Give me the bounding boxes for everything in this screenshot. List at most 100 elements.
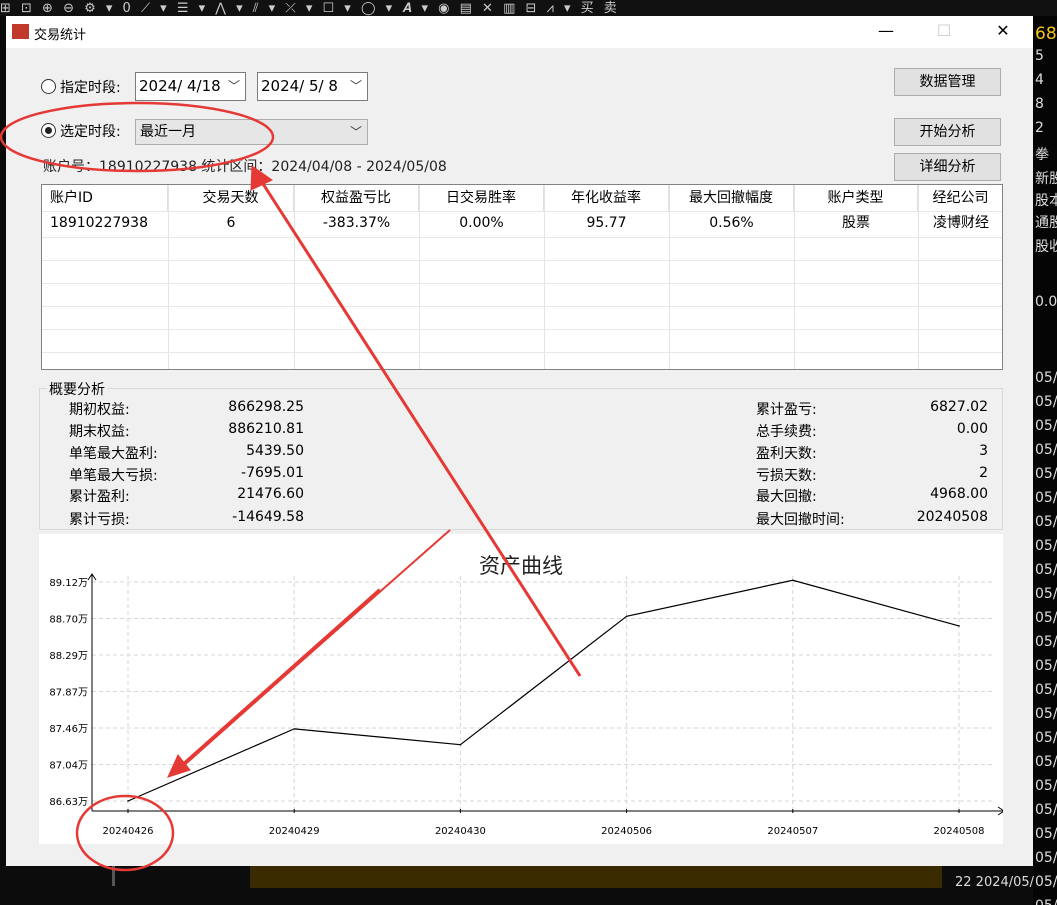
summary-left-value: 886210.81 [228,421,304,437]
x-tick-label: 20240507 [767,826,818,837]
header-trade-days[interactable]: 交易天数 [168,185,294,211]
background-right-text: 05/ [1035,562,1057,578]
background-right-text: 8 [1035,96,1044,112]
summary-group [39,388,1003,530]
summary-right-label: 最大回撤: [756,489,817,505]
maximize-button[interactable]: ☐ [921,16,967,48]
toolbar-icons: ⊞ ⊡ ⊕ ⊖ ⚙ ▾ 0 ⟋ ▾ ☰ ▾ ⋀ ▾ ⫽ ▾ ⤫ ▾ ☐ ▾ ◯ … [0,1,620,16]
cell-broker[interactable]: 凌博财经 [918,211,1002,236]
summary-left-label: 单笔最大亏损: [69,468,158,484]
y-tick-label: 86.63万 [49,797,88,808]
start-analysis-button[interactable]: 开始分析 [894,118,1001,146]
header-broker[interactable]: 经纪公司 [918,185,1002,211]
summary-left-label: 累计盈利: [69,489,130,505]
background-right-text: 05/ [1035,802,1057,818]
background-right-text: 05/ [1035,466,1057,482]
cell-annual-return[interactable]: 95.77 [544,211,669,236]
end-date-picker[interactable]: 2024/ 5/ 8 ﹀ [257,72,368,101]
background-bottom-text: 22 2024/05/ [955,875,1035,890]
series-line-segment [792,579,960,627]
data-point [625,615,628,618]
chevron-down-icon: ﹀ [227,79,240,93]
header-win-rate[interactable]: 日交易胜率 [419,185,544,211]
background-right-text: 05/ [1035,658,1057,674]
background-right-text: 05/ [1035,706,1057,722]
background-right-text: 05/ [1035,394,1057,410]
background-right-text: 2 [1035,120,1044,136]
y-tick-label: 87.46万 [49,724,88,735]
summary-left-label: 累计亏损: [69,512,130,528]
detail-analysis-button[interactable]: 详细分析 [894,153,1001,181]
cell-account-type[interactable]: 股票 [794,211,918,236]
header-annual-return[interactable]: 年化收益率 [544,185,669,211]
summary-right-label: 累计盈亏: [756,402,817,418]
header-account-type[interactable]: 账户类型 [794,185,918,211]
trade-statistics-window: 交易统计 — ☐ ✕ 指定时段: 2024/ 4/18 ﹀ 2024/ 5/ 8… [6,16,1033,866]
y-tick-label: 88.29万 [49,651,88,662]
select-period-radio[interactable] [41,123,56,138]
window-title: 交易统计 [34,28,87,43]
x-tick-label: 20240508 [934,826,985,837]
row-divider [42,352,1002,353]
background-right-text: 股收 [1035,239,1057,255]
cell-win-rate[interactable]: 0.00% [419,211,544,236]
summary-left-value: 21476.60 [237,486,304,502]
background-right-text: 05/ [1035,538,1057,554]
summary-right-value: 6827.02 [930,399,988,415]
summary-right-label: 总手续费: [756,424,817,440]
cell-max-drawdown[interactable]: 0.56% [669,211,794,236]
background-toolbar: ⊞ ⊡ ⊕ ⊖ ⚙ ▾ 0 ⟋ ▾ ☰ ▾ ⋀ ▾ ⫽ ▾ ⤫ ▾ ☐ ▾ ◯ … [0,0,1057,17]
background-right-text: 05/ [1035,778,1057,794]
summary-right-value: 0.00 [956,421,988,437]
background-right-text: 05/ [1035,730,1057,746]
data-point [459,743,462,746]
x-tick-label: 20240429 [269,826,320,837]
summary-left-value: -14649.58 [232,509,304,525]
summary-left-value: 5439.50 [246,443,304,459]
background-right-text: 4 [1035,72,1044,88]
data-point [293,728,295,730]
background-bottom-panel: 22 2024/05/ [0,866,1035,905]
cell-equity-ratio[interactable]: -383.37% [294,211,419,236]
specify-period-radio[interactable] [41,79,56,94]
summary-left-label: 期末权益: [69,424,130,440]
close-button[interactable]: ✕ [980,16,1026,48]
header-account-id[interactable]: 账户ID [42,185,168,211]
y-tick-label: 87.04万 [49,761,88,772]
header-equity-ratio[interactable]: 权益盈亏比 [294,185,419,211]
account-info: 账户号：18910227938 统计区间：2024/04/08 - 2024/0… [43,159,447,175]
summary-left-value: 866298.25 [228,399,304,415]
statistics-table[interactable]: 账户ID 交易天数 权益盈亏比 日交易胜率 年化收益率 最大回撤幅度 账户类型 … [41,184,1003,370]
chart-plot: 86.63万 87.04万 87.46万 87.87万 88.29万 88.70万 89.1… [49,573,1003,837]
data-point [127,800,129,802]
cell-account-id[interactable]: 18910227938 [42,211,168,236]
background-right-text: 拳 [1035,147,1049,163]
row-divider [42,283,1002,284]
y-tick-label: 89.12万 [49,578,88,589]
x-tick-label: 20240506 [601,826,652,837]
background-right-text: 5 [1035,48,1044,64]
background-highlight-bar [250,866,942,888]
period-select-value: 最近一月 [140,124,196,140]
cell-trade-days[interactable]: 6 [168,211,294,236]
background-right-text: 05/ [1035,442,1057,458]
period-select[interactable]: 最近一月 ﹀ [135,119,368,145]
row-divider [42,237,1002,238]
summary-right-label: 最大回撤时间: [756,512,845,528]
select-period-label: 选定时段: [60,124,121,140]
minimize-button[interactable]: — [863,16,909,48]
summary-right-value: 2 [979,465,988,481]
background-right-text: 05/ [1035,634,1057,650]
data-manage-button[interactable]: 数据管理 [894,68,1001,96]
x-tick-label: 20240426 [103,826,154,837]
row-divider [42,329,1002,330]
series-line-segment [626,579,793,617]
row-divider [42,306,1002,307]
chevron-down-icon: ﹀ [349,79,362,93]
start-date-picker[interactable]: 2024/ 4/18 ﹀ [135,72,246,101]
background-right-text: 股本 [1035,193,1057,209]
chevron-down-icon: ﹀ [349,125,362,139]
header-max-drawdown[interactable]: 最大回撤幅度 [669,185,794,211]
series-line-segment [460,615,627,746]
data-point [792,579,794,582]
